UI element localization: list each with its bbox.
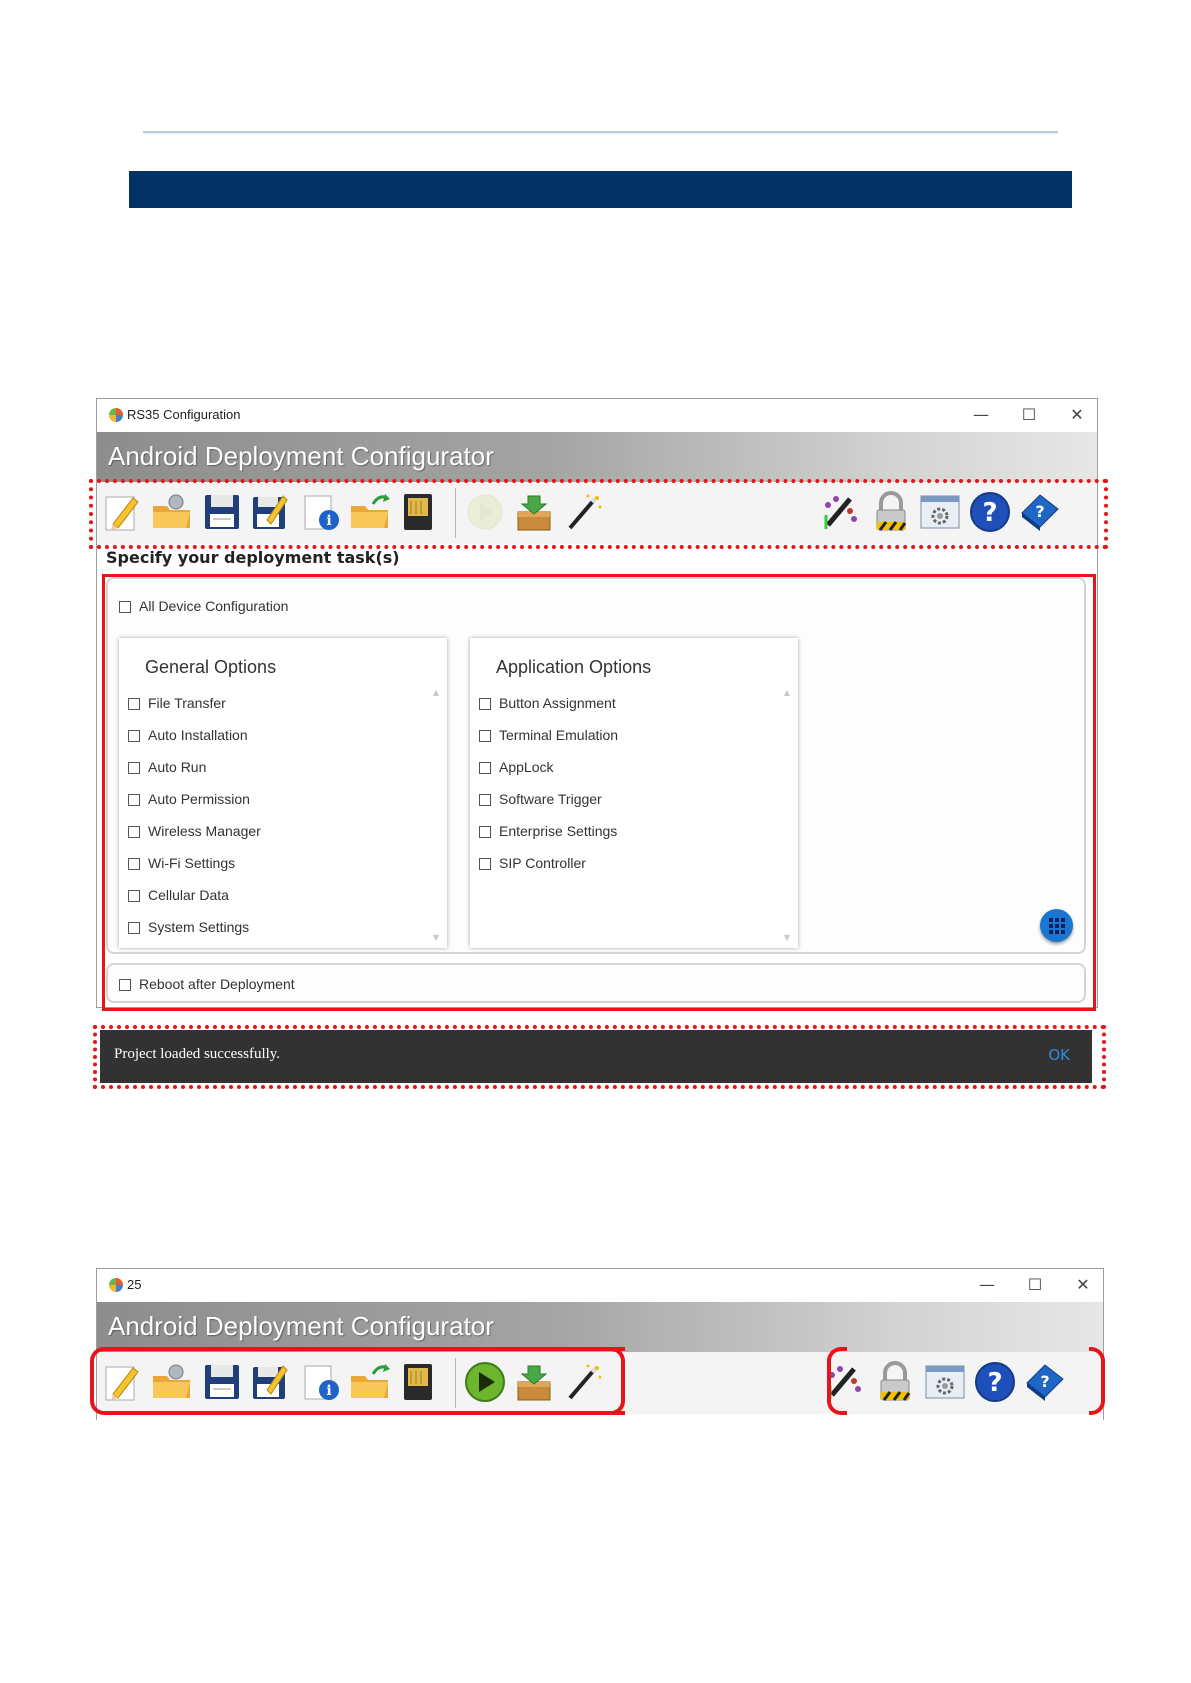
maximize-button[interactable]: ☐	[1009, 402, 1049, 428]
app-title: Android Deployment Configurator	[108, 1311, 494, 1341]
minimize-button[interactable]: —	[961, 402, 1001, 428]
app-header: Android Deployment Configurator	[97, 432, 1097, 482]
left-tools-highlight-end	[610, 1347, 625, 1415]
window-titlebar: RS35 Configuration — ☐ ✕	[97, 399, 1097, 432]
window-title: 25	[127, 1277, 142, 1292]
lock-icon[interactable]	[874, 1360, 916, 1404]
app-icon	[109, 1278, 123, 1292]
right-tools-highlight	[827, 1347, 847, 1415]
window-titlebar: 25 — ☐ ✕	[97, 1269, 1103, 1302]
section-banner	[129, 171, 1072, 208]
close-button[interactable]: ✕	[1063, 1272, 1103, 1298]
section-label: Specify your deployment task(s)	[106, 548, 400, 567]
right-tools-highlight-end	[1089, 1347, 1105, 1415]
left-tools-highlight	[90, 1347, 625, 1415]
maximize-button[interactable]: ☐	[1015, 1272, 1055, 1298]
settings-window-icon[interactable]	[924, 1360, 966, 1404]
task-panel-highlight	[102, 574, 1096, 1011]
snackbar-highlight	[93, 1025, 1106, 1089]
app-header: Android Deployment Configurator	[97, 1302, 1103, 1352]
toolbar-highlight	[89, 479, 1108, 549]
window-title: RS35 Configuration	[127, 407, 241, 422]
app-icon	[109, 408, 123, 422]
header-rule	[143, 131, 1058, 134]
svg-text:?: ?	[1040, 1372, 1049, 1391]
user-manual-icon[interactable]: ?	[1023, 1360, 1065, 1404]
help-icon[interactable]: ?	[974, 1360, 1016, 1404]
svg-text:?: ?	[987, 1368, 1002, 1398]
app-title: Android Deployment Configurator	[108, 441, 494, 471]
close-button[interactable]: ✕	[1057, 402, 1097, 428]
minimize-button[interactable]: —	[967, 1272, 1007, 1298]
